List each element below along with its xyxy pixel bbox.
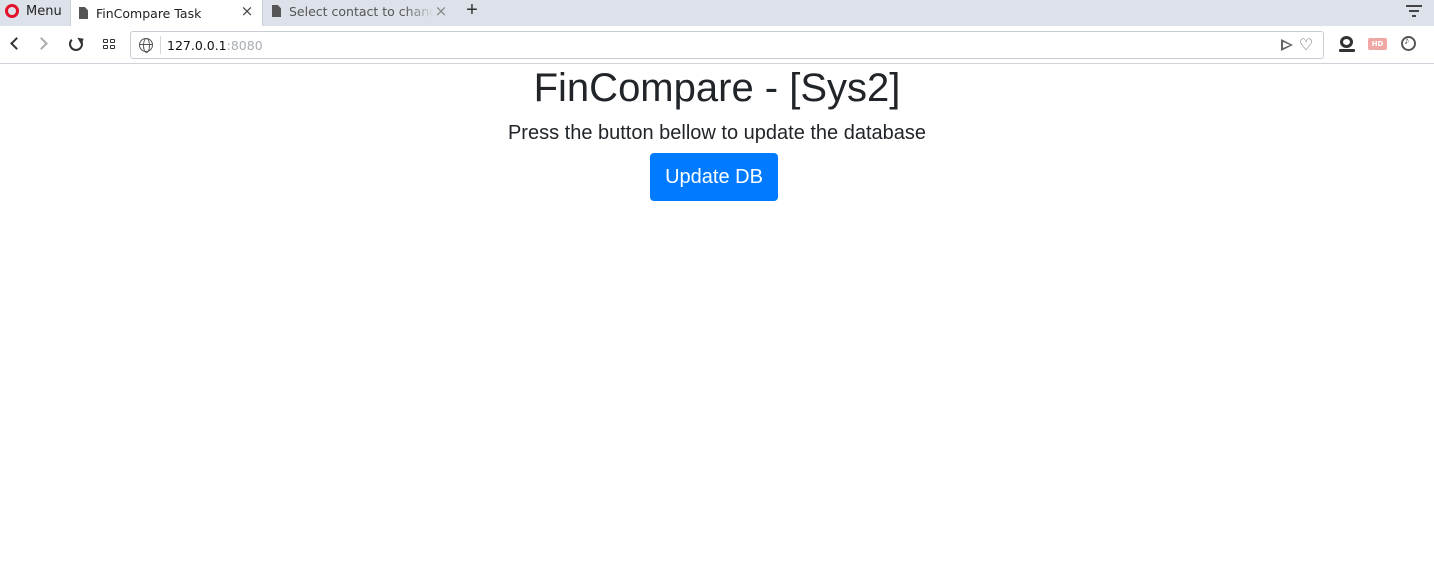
tab-select-contact[interactable]: Select contact to change × [264, 0, 457, 22]
tab-fincompare[interactable]: FinCompare Task × [70, 0, 263, 26]
chevron-left-icon [10, 37, 23, 50]
document-icon [272, 5, 281, 17]
page-subtitle: Press the button bellow to update the da… [507, 122, 927, 144]
tab-menu-icon[interactable] [1406, 4, 1422, 18]
chevron-right-icon [35, 37, 48, 50]
webcam-icon[interactable] [1338, 35, 1356, 53]
heart-icon[interactable]: ♡ [1298, 38, 1314, 54]
url-text[interactable]: 127.0.0.1:8080 [167, 38, 263, 53]
address-bar[interactable]: 127.0.0.1:8080 ♡ [130, 31, 1324, 59]
document-icon [79, 7, 88, 19]
forward-button[interactable] [34, 34, 54, 54]
hd-icon[interactable]: HD [1368, 38, 1387, 50]
browser-menu-button[interactable]: Menu [0, 0, 68, 22]
new-tab-button[interactable]: + [462, 0, 482, 22]
url-host: 127.0.0.1 [167, 38, 227, 53]
page-content: FinCompare - [Sys2] Press the button bel… [0, 65, 1434, 587]
grid-icon[interactable] [103, 39, 116, 50]
tab-bar: Menu FinCompare Task × Select contact to… [0, 0, 1434, 26]
opera-logo-icon [5, 4, 19, 18]
url-port: :8080 [226, 38, 263, 53]
address-divider [160, 36, 161, 54]
update-db-button[interactable]: Update DB [650, 153, 778, 201]
send-icon[interactable] [1281, 39, 1293, 51]
menu-label: Menu [26, 3, 62, 19]
globe-icon[interactable] [139, 38, 153, 53]
page-title: FinCompare - [Sys2] [533, 66, 901, 110]
close-tab-icon[interactable]: × [434, 4, 448, 19]
music-icon[interactable] [1400, 35, 1418, 53]
close-tab-icon[interactable]: × [240, 4, 254, 19]
tab-title: Select contact to change [289, 3, 434, 19]
navigation-bar: 127.0.0.1:8080 ♡ HD [0, 26, 1434, 64]
back-button[interactable] [6, 34, 26, 54]
reload-icon[interactable] [69, 37, 83, 51]
tab-title: FinCompare Task [96, 5, 202, 21]
